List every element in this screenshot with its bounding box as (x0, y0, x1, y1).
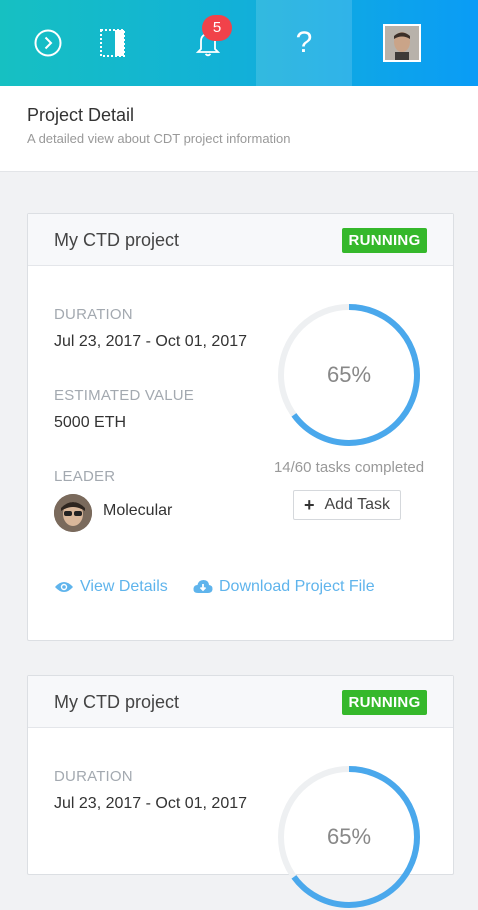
project-card: My CTD project RUNNING DURATION Jul 23, … (27, 675, 454, 908)
status-badge: RUNNING (342, 690, 427, 715)
leader-avatar[interactable] (54, 494, 92, 532)
leader-label: LEADER (54, 468, 116, 485)
estimated-value: 5000 ETH (54, 414, 127, 431)
progress-percent: 65% (326, 362, 372, 387)
project-card: My CTD project RUNNING DURATION Jul 23, … (27, 213, 454, 641)
leader-name[interactable]: Molecular (103, 502, 172, 520)
duration-label: DURATION (54, 306, 133, 323)
view-details-link[interactable]: View Details (54, 578, 168, 596)
duration-value: Jul 23, 2017 - Oct 01, 2017 (54, 333, 248, 350)
notification-badge: 5 (202, 15, 232, 41)
leader-avatar-image (54, 494, 92, 532)
add-task-button[interactable]: + Add Task (293, 490, 401, 520)
plus-icon: + (303, 494, 315, 515)
panel-toggle-icon (100, 29, 125, 57)
help-button[interactable]: ? (256, 0, 352, 86)
page-header: Project Detail A detailed view about CDT… (0, 86, 478, 172)
view-details-label: View Details (80, 578, 168, 595)
chevron-right-circle-icon (34, 29, 62, 57)
download-project-file-link[interactable]: Download Project File (193, 578, 375, 596)
eye-icon (54, 580, 74, 594)
estimated-value-label: ESTIMATED VALUE (54, 387, 194, 404)
user-avatar[interactable] (383, 24, 421, 62)
duration-label: DURATION (54, 768, 133, 785)
status-badge: RUNNING (342, 228, 427, 253)
top-navigation-bar: 5 ? (0, 0, 478, 86)
add-task-label: Add Task (324, 496, 391, 513)
download-label: Download Project File (219, 578, 375, 595)
project-name: My CTD project (54, 692, 180, 712)
duration-value: Jul 23, 2017 - Oct 01, 2017 (54, 795, 248, 812)
page-subtitle: A detailed view about CDT project inform… (27, 131, 291, 146)
help-icon: ? (295, 26, 313, 59)
card-header: My CTD project RUNNING (28, 214, 453, 266)
project-name: My CTD project (54, 230, 180, 250)
page-title: Project Detail (27, 105, 135, 125)
avatar-image (385, 26, 419, 60)
progress-percent: 65% (326, 824, 372, 849)
notifications-button[interactable] (160, 0, 256, 86)
tasks-completed: 14/60 tasks completed (273, 459, 425, 476)
panel-toggle-button[interactable] (65, 0, 161, 86)
card-header: My CTD project RUNNING (28, 676, 453, 728)
cloud-download-icon (193, 579, 213, 595)
